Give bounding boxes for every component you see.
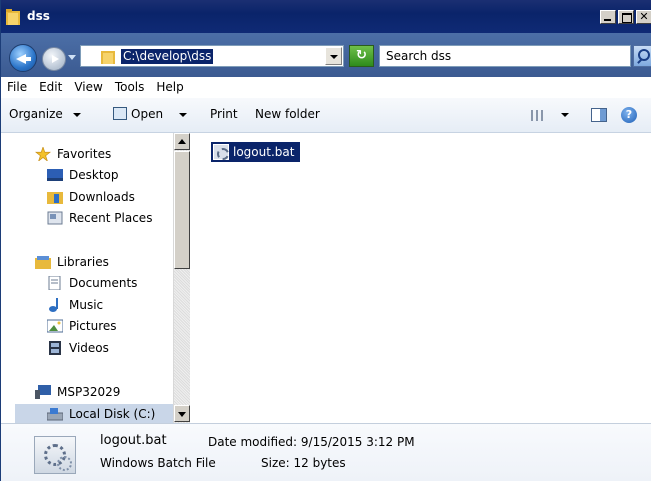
search-icon[interactable] [633, 45, 651, 67]
views-dropdown-icon[interactable] [561, 113, 569, 117]
refresh-icon[interactable]: ↻ [349, 45, 374, 67]
print-button[interactable]: Print [210, 98, 238, 131]
window-title: dss [27, 9, 50, 23]
file-item[interactable]: logout.bat [211, 142, 300, 162]
details-file-name: logout.bat [100, 433, 167, 448]
forward-arrow-icon[interactable] [42, 47, 66, 71]
address-dropdown-button[interactable] [325, 47, 342, 65]
nav-documents[interactable]: Documents [47, 273, 167, 293]
pictures-icon [47, 319, 63, 333]
help-icon[interactable]: ? [621, 107, 637, 123]
organize-label: Organize [9, 107, 63, 121]
back-arrow-icon[interactable] [9, 44, 37, 72]
nav-computer-label: MSP32029 [57, 385, 121, 399]
videos-icon [49, 341, 61, 355]
nav-libraries[interactable]: Libraries [35, 252, 165, 272]
batch-file-icon [213, 144, 229, 160]
details-date-modified: Date modified: 9/15/2015 3:12 PM [208, 435, 415, 449]
nav-local-disk[interactable]: Local Disk (C:) [15, 404, 173, 424]
nav-local-disk-label: Local Disk (C:) [69, 407, 156, 421]
downloads-folder-icon [47, 192, 63, 204]
music-icon [49, 298, 58, 312]
details-file-size: Size: 12 bytes [261, 456, 346, 470]
menu-file[interactable]: File [1, 77, 27, 98]
address-row: C:\develop\dss ↻ Search dss [1, 33, 651, 77]
dropdown-icon [72, 112, 81, 117]
nav-music-label: Music [69, 298, 104, 312]
scroll-up-arrow-icon[interactable] [174, 133, 190, 150]
scroll-thumb[interactable] [174, 151, 190, 269]
close-button[interactable]: ✕ [636, 10, 651, 24]
nav-favorites-label: Favorites [57, 147, 112, 161]
nav-music[interactable]: Music [47, 295, 167, 315]
details-file-type: Windows Batch File [100, 456, 216, 470]
nav-pictures-label: Pictures [69, 319, 117, 333]
nav-downloads-label: Downloads [69, 190, 135, 204]
menu-help[interactable]: Help [150, 77, 183, 98]
recent-places-icon [47, 211, 63, 225]
folder-icon [101, 51, 115, 64]
title-bar[interactable]: dss ✕ [1, 0, 651, 33]
documents-icon [48, 276, 61, 290]
menu-edit[interactable]: Edit [33, 77, 62, 98]
window-controls: ✕ [598, 10, 651, 26]
open-label: Open [131, 107, 164, 121]
search-input[interactable]: Search dss [379, 45, 631, 67]
views-icon[interactable] [531, 110, 543, 121]
address-path[interactable]: C:\develop\dss [121, 49, 214, 64]
open-button[interactable]: Open [113, 98, 188, 131]
star-icon [35, 147, 51, 161]
folder-icon [6, 9, 20, 25]
nav-scrollbar[interactable] [173, 133, 190, 423]
nav-documents-label: Documents [69, 276, 138, 290]
computer-icon [35, 385, 51, 399]
nav-videos-label: Videos [69, 341, 109, 355]
file-item-label: logout.bat [233, 145, 295, 159]
menu-view[interactable]: View [68, 77, 102, 98]
nav-pictures[interactable]: Pictures [47, 316, 167, 336]
nav-recent-places-label: Recent Places [69, 211, 153, 225]
nav-libraries-label: Libraries [57, 255, 109, 269]
nav-desktop-label: Desktop [69, 168, 119, 182]
history-dropdown-icon[interactable] [68, 55, 76, 60]
command-bar: Organize Open Print New folder ? [1, 98, 651, 133]
nav-downloads[interactable]: Downloads [47, 187, 167, 207]
scroll-down-arrow-icon[interactable] [174, 405, 190, 422]
local-disk-icon [47, 408, 63, 421]
open-icon [113, 107, 127, 120]
navigation-pane: Favorites Desktop Downloads Recent Place… [1, 133, 173, 424]
new-folder-button[interactable]: New folder [255, 98, 320, 131]
nav-videos[interactable]: Videos [47, 338, 167, 358]
menu-tools[interactable]: Tools [109, 77, 145, 98]
desktop-icon [47, 169, 63, 181]
nav-computer[interactable]: MSP32029 [35, 382, 165, 402]
address-bar[interactable]: C:\develop\dss [80, 45, 344, 67]
menu-bar: File Edit View Tools Help [1, 77, 651, 98]
dropdown-icon [179, 112, 188, 117]
maximize-button[interactable] [618, 10, 634, 24]
nav-desktop[interactable]: Desktop [47, 165, 167, 185]
preview-pane-icon[interactable] [591, 108, 607, 122]
explorer-window: dss ✕ C:\develop\dss ↻ Search dss File E… [0, 0, 651, 481]
search-placeholder: Search dss [386, 49, 452, 63]
minimize-button[interactable] [600, 10, 616, 24]
libraries-icon [35, 256, 51, 269]
file-list-area[interactable]: logout.bat [191, 133, 651, 423]
nav-recent-places[interactable]: Recent Places [47, 208, 167, 228]
organize-button[interactable]: Organize [9, 98, 81, 131]
nav-favorites[interactable]: Favorites [35, 144, 165, 164]
batch-file-large-icon [34, 436, 76, 474]
details-pane: logout.bat Windows Batch File Date modif… [1, 423, 651, 481]
